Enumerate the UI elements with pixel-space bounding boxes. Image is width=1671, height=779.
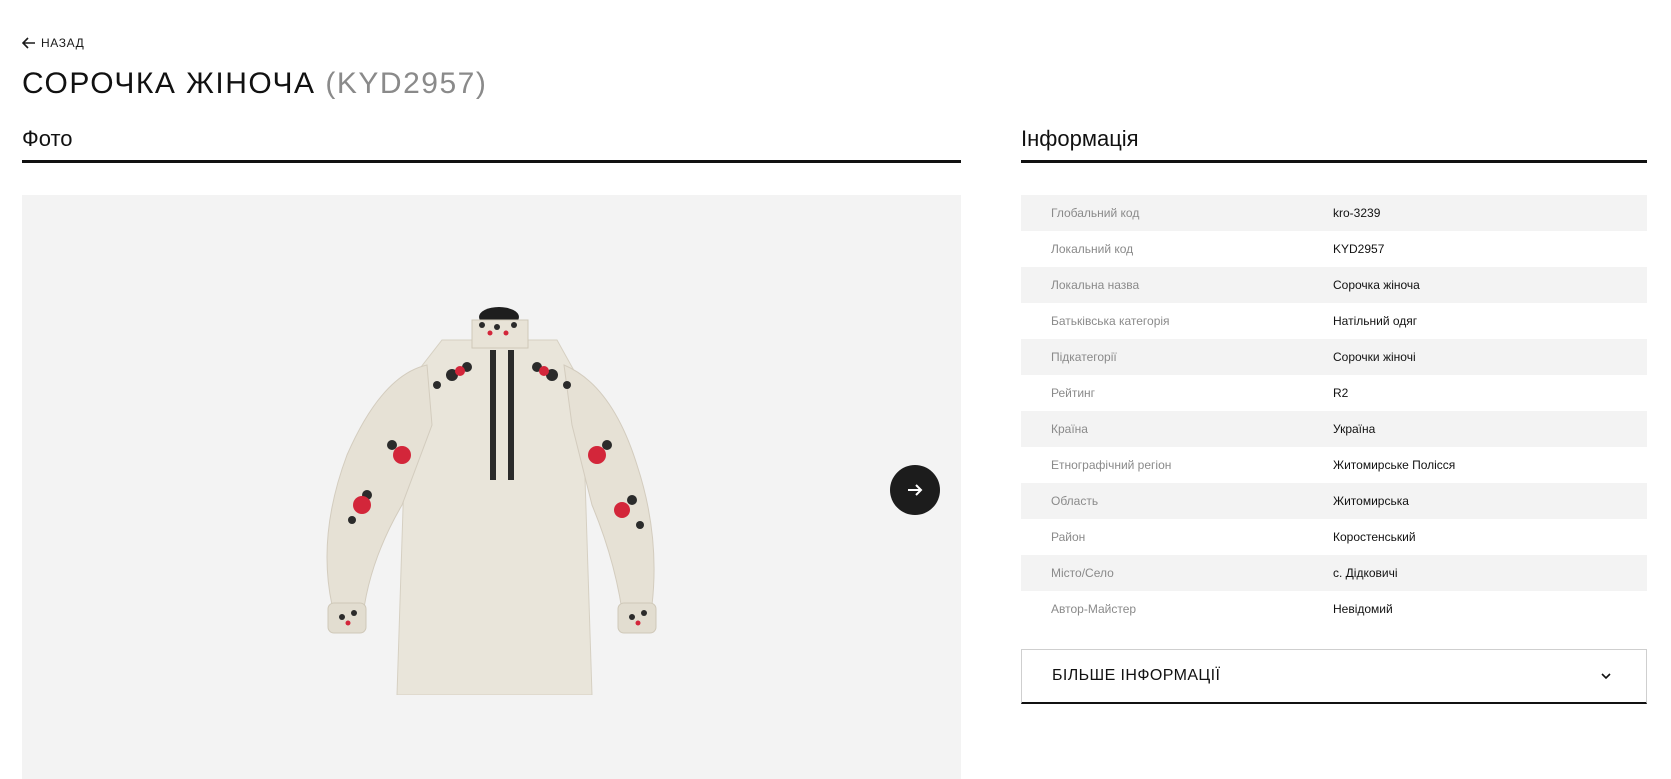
info-value: Україна: [1333, 422, 1376, 436]
info-value: Натільний одяг: [1333, 314, 1418, 328]
garment-photo: [326, 307, 657, 695]
info-row: Батьківська категорія Натільний одяг: [1021, 303, 1647, 339]
page-title: СОРОЧКА ЖІНОЧА (KYD2957): [22, 67, 487, 101]
info-row: Підкатегорії Сорочки жіночі: [1021, 339, 1647, 375]
arrow-right-icon: [908, 484, 923, 496]
info-value: Сорочка жіноча: [1333, 278, 1420, 292]
info-label: Локальний код: [1051, 242, 1134, 256]
info-value: Житомирське Полісся: [1333, 458, 1456, 472]
info-row: Локальний код KYD2957: [1021, 231, 1647, 267]
info-row: Місто/Село с. Дідковичі: [1021, 555, 1647, 591]
more-info-accordion[interactable]: БІЛЬШЕ ІНФОРМАЦІЇ: [1021, 649, 1647, 704]
info-label: Етнографічний регіон: [1051, 458, 1172, 472]
photo-gallery: [22, 195, 961, 779]
info-value: KYD2957: [1333, 242, 1385, 256]
info-label: Рейтинг: [1051, 386, 1096, 400]
info-row: Етнографічний регіон Житомирське Полісся: [1021, 447, 1647, 483]
info-value: Житомирська: [1333, 494, 1409, 508]
info-value: с. Дідковичі: [1333, 566, 1398, 580]
info-row: Локальна назва Сорочка жіноча: [1021, 267, 1647, 303]
info-row: Автор-Майстер Невідомий: [1021, 591, 1647, 627]
title-code: (KYD2957): [325, 67, 488, 100]
info-value: Невідомий: [1333, 602, 1393, 616]
info-table: Глобальний код kro-3239 Локальний код KYD2…: [1021, 195, 1647, 627]
info-label: Глобальний код: [1051, 206, 1140, 220]
next-photo-button[interactable]: [890, 465, 940, 515]
chevron-down-icon: [1601, 673, 1611, 680]
info-label: Район: [1051, 530, 1086, 544]
info-value: kro-3239: [1333, 206, 1381, 220]
info-label: Підкатегорії: [1051, 350, 1117, 364]
info-row: Глобальний код kro-3239: [1021, 195, 1647, 231]
info-value: Сорочки жіночі: [1333, 350, 1416, 364]
info-label: Автор-Майстер: [1051, 602, 1137, 616]
info-row: Район Коростенський: [1021, 519, 1647, 555]
arrow-left-icon: [22, 37, 35, 49]
info-row: Рейтинг R2: [1021, 375, 1647, 411]
info-value: R2: [1333, 386, 1349, 400]
info-row: Область Житомирська: [1021, 483, 1647, 519]
info-label: Батьківська категорія: [1051, 314, 1170, 328]
info-row: Країна Україна: [1021, 411, 1647, 447]
more-info-label: БІЛЬШЕ ІНФОРМАЦІЇ: [1052, 667, 1221, 684]
info-label: Локальна назва: [1051, 278, 1140, 292]
info-label: Місто/Село: [1051, 566, 1114, 580]
title-text: СОРОЧКА ЖІНОЧА: [22, 67, 316, 100]
info-label: Область: [1051, 494, 1099, 508]
info-section-heading: Інформація: [1021, 126, 1647, 163]
back-label: НАЗАД: [41, 36, 85, 50]
back-link[interactable]: НАЗАД: [22, 36, 84, 50]
photo-section-heading: Фото: [22, 126, 961, 163]
info-value: Коростенський: [1333, 530, 1416, 544]
info-label: Країна: [1051, 422, 1088, 436]
